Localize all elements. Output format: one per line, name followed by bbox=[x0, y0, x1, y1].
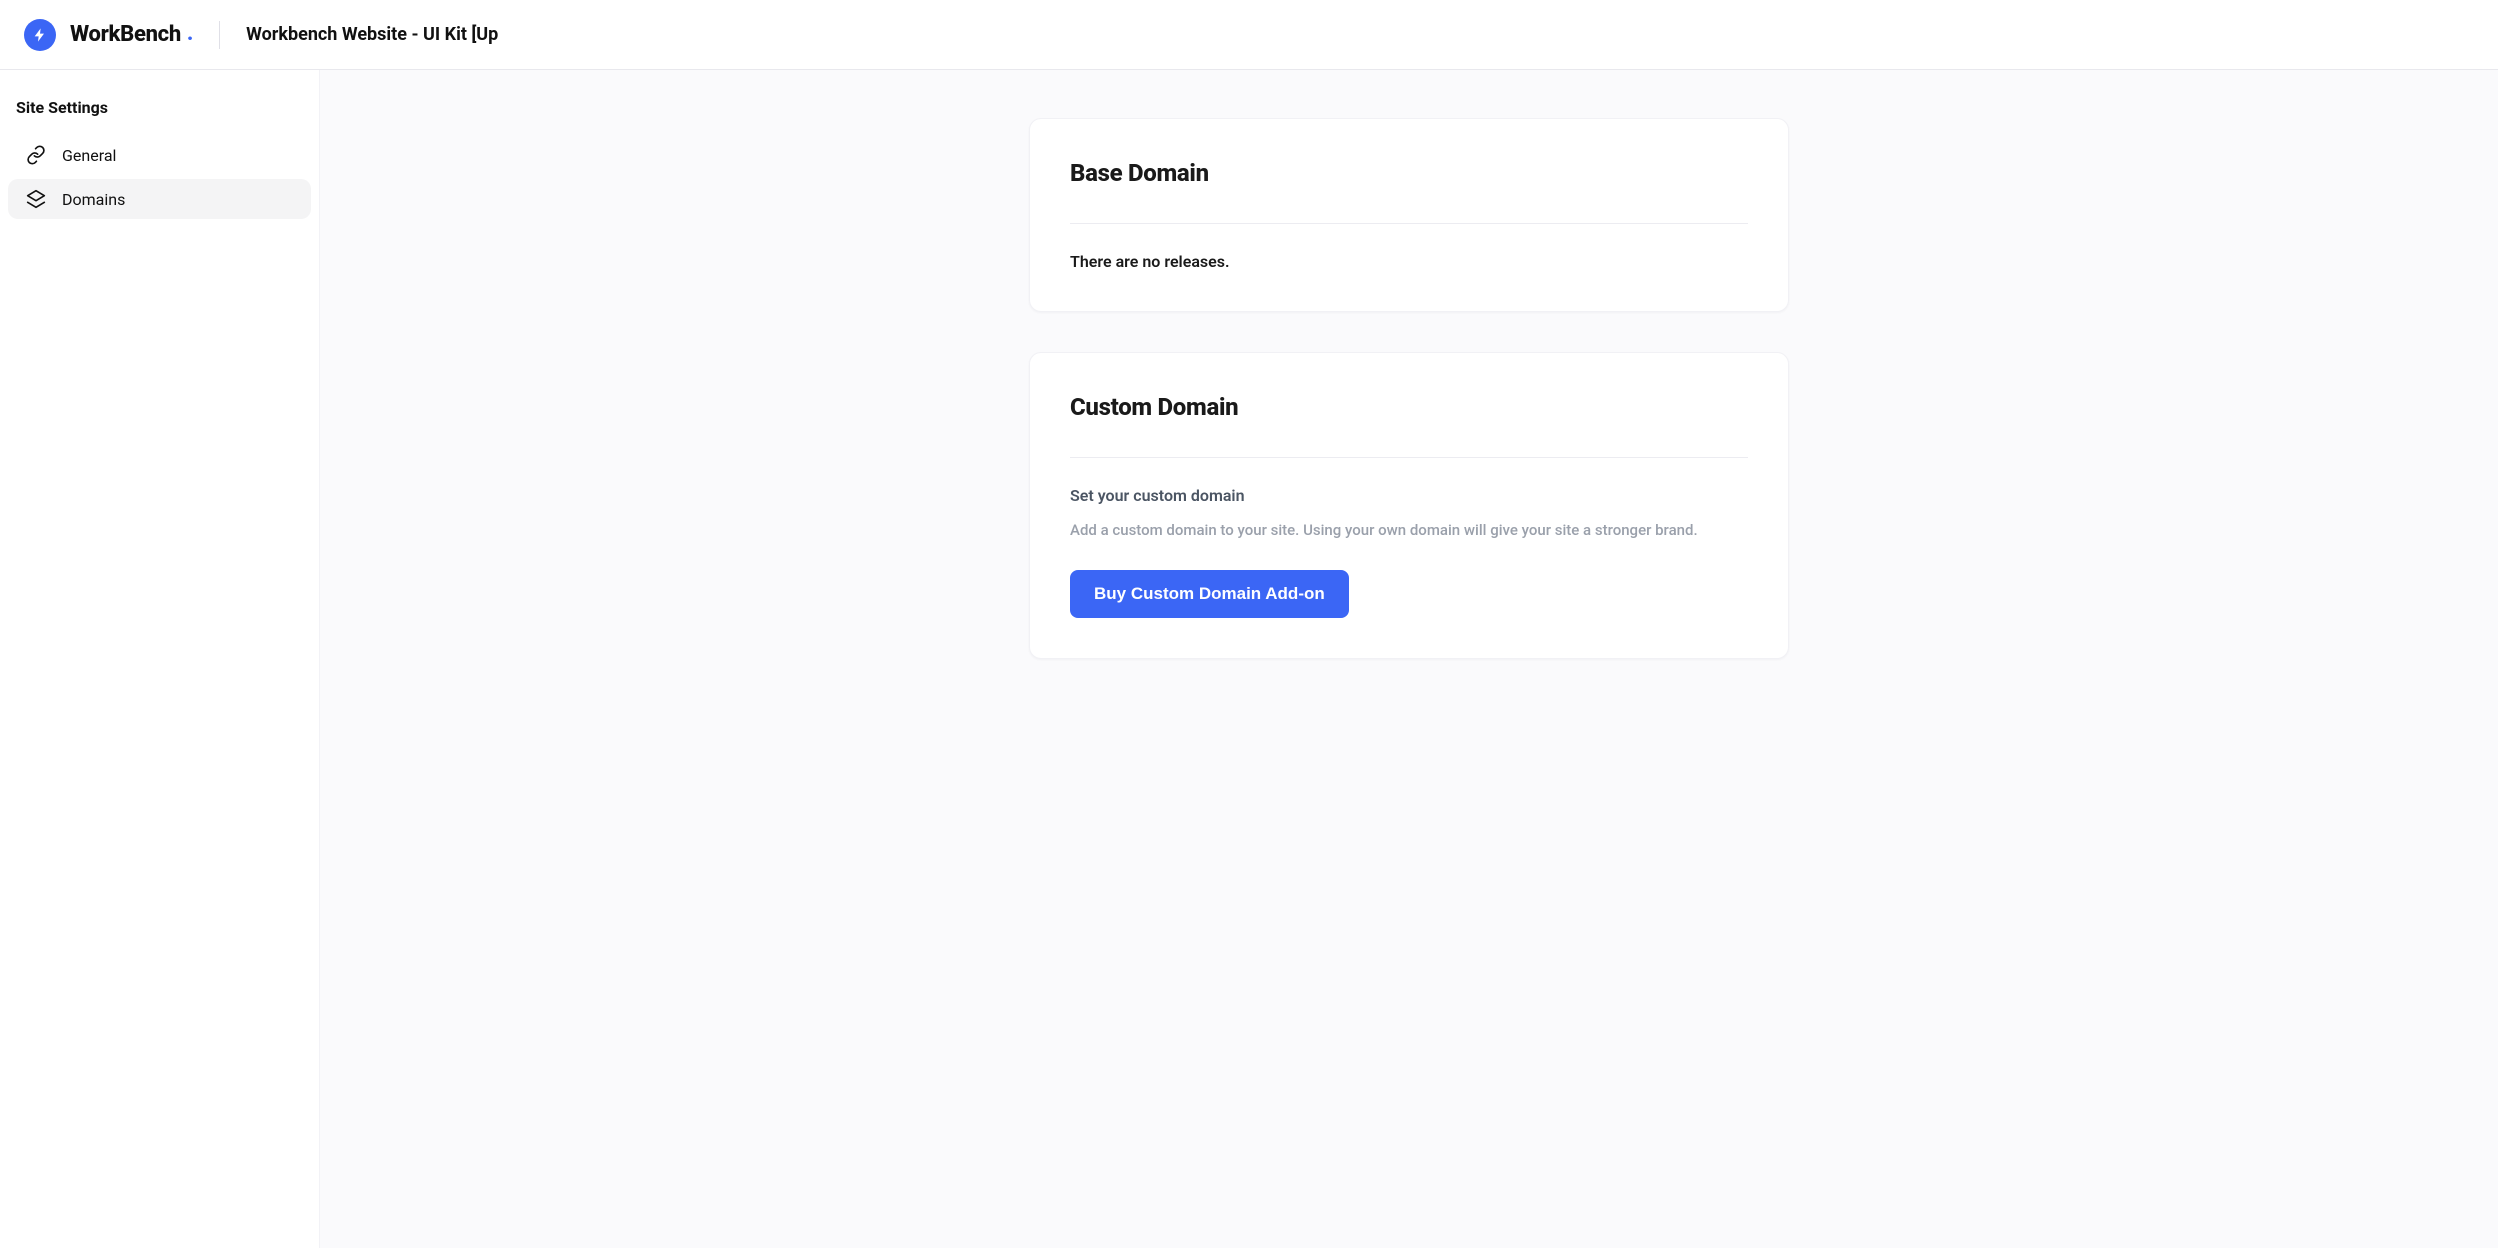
custom-domain-description: Add a custom domain to your site. Using … bbox=[1070, 519, 1748, 542]
no-releases-text: There are no releases. bbox=[1070, 252, 1748, 271]
content-column: Base Domain There are no releases. Custo… bbox=[1029, 118, 1789, 1200]
brand-name: WorkBench . bbox=[70, 22, 193, 47]
divider bbox=[1070, 457, 1748, 458]
card-title: Base Domain bbox=[1070, 159, 1748, 187]
page-title: Workbench Website - UI Kit [Up bbox=[246, 24, 498, 45]
link-icon bbox=[26, 145, 46, 165]
sidebar-item-label: Domains bbox=[62, 190, 125, 209]
sidebar-item-label: General bbox=[62, 146, 116, 165]
main: Base Domain There are no releases. Custo… bbox=[320, 70, 2498, 1248]
divider bbox=[1070, 223, 1748, 224]
card-custom-domain: Custom Domain Set your custom domain Add… bbox=[1029, 352, 1789, 659]
buy-custom-domain-button[interactable]: Buy Custom Domain Add-on bbox=[1070, 570, 1349, 618]
sidebar-item-general[interactable]: General bbox=[8, 135, 311, 175]
sidebar-item-domains[interactable]: Domains bbox=[8, 179, 311, 219]
sidebar-heading: Site Settings bbox=[8, 94, 311, 135]
layers-icon bbox=[26, 189, 46, 209]
bolt-logo-icon bbox=[24, 19, 56, 51]
brand-dot: . bbox=[187, 21, 193, 46]
card-title: Custom Domain bbox=[1070, 393, 1748, 421]
divider bbox=[219, 21, 220, 49]
sidebar: Site Settings General Domains bbox=[0, 70, 320, 1248]
shell: Site Settings General Domains bbox=[0, 70, 2498, 1248]
custom-domain-subhead: Set your custom domain bbox=[1070, 486, 1748, 505]
brand[interactable]: WorkBench . bbox=[24, 19, 193, 51]
topbar: WorkBench . Workbench Website - UI Kit [… bbox=[0, 0, 2498, 70]
card-base-domain: Base Domain There are no releases. bbox=[1029, 118, 1789, 312]
